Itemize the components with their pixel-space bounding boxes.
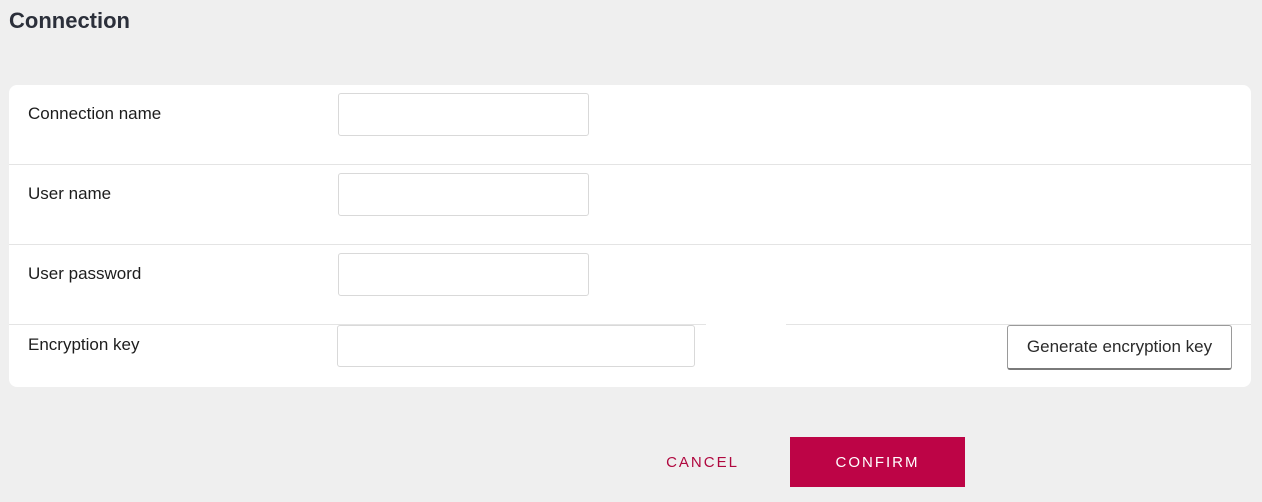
user-name-input[interactable] (338, 173, 589, 216)
form-row-user-password: User password (9, 245, 1251, 325)
user-password-input[interactable] (338, 253, 589, 296)
row-divider-gap (706, 324, 786, 327)
connection-name-label: Connection name (28, 104, 162, 123)
generate-encryption-key-button[interactable]: Generate encryption key (1007, 325, 1232, 370)
form-row-connection-name: Connection name (9, 85, 1251, 165)
encryption-key-input[interactable] (337, 325, 695, 367)
confirm-button[interactable]: CONFIRM (790, 437, 965, 487)
encryption-key-label: Encryption key (28, 335, 140, 354)
connection-form-card: Connection name User name User password … (9, 85, 1251, 387)
user-password-label: User password (28, 264, 142, 283)
cancel-button[interactable]: CANCEL (645, 437, 760, 487)
form-row-user-name: User name (9, 165, 1251, 245)
page-title: Connection (9, 8, 130, 33)
connection-name-input[interactable] (338, 93, 589, 136)
user-name-label: User name (28, 184, 112, 203)
